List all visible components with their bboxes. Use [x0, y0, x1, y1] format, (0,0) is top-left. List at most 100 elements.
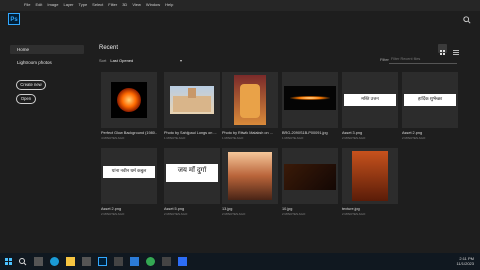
menu-item-type[interactable]: Type: [79, 2, 88, 7]
file-time: 2 MINUTES AGO: [342, 212, 366, 216]
app-icon-3[interactable]: [162, 257, 171, 266]
chrome-icon[interactable]: [146, 257, 155, 266]
recent-file-card[interactable]: 13.jpg 2 MINUTES AGO: [222, 148, 278, 216]
recent-file-card[interactable]: यांना नवीन धर्म कबुल Asset 2.png 2 MINUTES…: [101, 148, 157, 216]
photoshop-taskbar-icon[interactable]: [98, 257, 107, 266]
file-time: 1 MINUTE AGO: [222, 136, 244, 140]
recent-file-card[interactable]: Photo by Ritwik Malaksh on ... 1 MINUTE A…: [222, 72, 278, 140]
store-icon[interactable]: [82, 257, 91, 266]
menu-items: File Edit Image Layer Type Select Filter 3D View…: [24, 2, 173, 7]
file-thumbnail[interactable]: जय माँ दुर्गा: [164, 148, 220, 204]
light-streak: [290, 96, 330, 100]
file-time: 1 MINUTE AGO: [282, 136, 304, 140]
menu-item-3d[interactable]: 3D: [122, 2, 127, 7]
file-time: 2 MINUTES AGO: [101, 212, 125, 216]
app-icon-2[interactable]: [130, 257, 139, 266]
file-thumbnail[interactable]: [222, 148, 278, 204]
open-button[interactable]: Open: [16, 94, 36, 104]
temple-body: [173, 96, 211, 112]
app-icon-4[interactable]: [178, 257, 187, 266]
file-name: 10.jpg: [282, 207, 293, 211]
photoshop-logo: Ps: [8, 13, 20, 25]
sidebar-item-lightroom[interactable]: Lightroom photos: [17, 60, 52, 65]
text-asset: यांना नवीन धर्म कबुल: [111, 168, 147, 173]
taskbar-search-icon[interactable]: [18, 257, 27, 266]
file-name: Photo by Ritwik Malaksh on ...: [222, 131, 273, 135]
file-thumbnail[interactable]: [164, 72, 220, 128]
create-new-button[interactable]: Create new: [16, 80, 46, 90]
file-name: texture.jpg: [342, 207, 360, 211]
recent-panel: Recent Sort Last Opened ▾ Filter Filter R…: [88, 30, 480, 253]
file-thumbnail[interactable]: मस्ति उत्तन: [342, 72, 398, 128]
menu-item-select[interactable]: Select: [92, 2, 103, 7]
text-asset: हार्दिक शुभेच्छा: [417, 96, 442, 101]
file-name: Perfect Glow Background (1980...: [101, 131, 157, 135]
idol-figure: [240, 84, 260, 118]
chevron-down-icon[interactable]: ▾: [180, 58, 182, 63]
filter-label: Filter: [380, 57, 389, 62]
file-thumbnail[interactable]: [282, 148, 338, 204]
search-icon[interactable]: [463, 16, 471, 24]
system-clock[interactable]: 2:11 PM 11/1/2023: [457, 256, 475, 266]
menu-item-image[interactable]: Image: [47, 2, 58, 7]
file-thumbnail[interactable]: यांना नवीन धर्म कबुल: [101, 148, 157, 204]
recent-file-card[interactable]: जय माँ दुर्गा Asset 5.png 2 MINUTES AGO: [164, 148, 220, 216]
list-view-icon[interactable]: [451, 44, 460, 55]
taskbar: 2:11 PM 11/1/2023: [0, 253, 480, 270]
file-thumbnail[interactable]: [222, 72, 278, 128]
task-view-icon[interactable]: [34, 257, 43, 266]
menu-item-filter[interactable]: Filter: [108, 2, 117, 7]
recent-file-card[interactable]: 10.jpg 2 MINUTES AGO: [282, 148, 338, 216]
file-explorer-icon[interactable]: [66, 257, 75, 266]
sunset-photo: [228, 152, 272, 200]
recent-file-card[interactable]: BRG-2090S1B-P00091.jpg 1 MINUTE AGO: [282, 72, 338, 140]
sort-control[interactable]: Sort Last Opened: [99, 58, 133, 63]
glow-orb: [117, 88, 141, 112]
file-time: 4 MINUTES AGO: [101, 136, 125, 140]
grid-view-icon[interactable]: [438, 44, 447, 55]
page-title: Recent: [99, 45, 119, 51]
windows-start-icon[interactable]: [4, 257, 13, 266]
menu-item-window[interactable]: Window: [146, 2, 160, 7]
file-thumbnail[interactable]: [282, 72, 338, 128]
file-name: Asset 3.png: [342, 131, 363, 135]
menu-bar: File Edit Image Layer Type Select Filter 3D View…: [0, 0, 480, 11]
menu-item-layer[interactable]: Layer: [63, 2, 73, 7]
file-name: Asset 5.png: [164, 207, 185, 211]
recent-file-card[interactable]: Photo by Sahijpaul Longs on ... 1 MINUTE …: [164, 72, 220, 140]
menu-item-file[interactable]: File: [24, 2, 30, 7]
file-thumbnail[interactable]: हार्दिक शुभेच्छा: [402, 72, 458, 128]
file-time: 2 MINUTES AGO: [222, 212, 246, 216]
file-name: Asset 2.png: [101, 207, 122, 211]
edge-icon[interactable]: [50, 257, 59, 266]
file-thumbnail[interactable]: [101, 72, 157, 128]
recent-file-card[interactable]: Perfect Glow Background (1980... 4 MINUTE…: [101, 72, 157, 140]
menu-item-edit[interactable]: Edit: [35, 2, 42, 7]
recent-file-card[interactable]: हार्दिक शुभेच्छा Asset 2.png 2 MINUTES AGO: [402, 72, 458, 140]
file-name: Asset 2.png: [402, 131, 423, 135]
sort-value[interactable]: Last Opened: [110, 58, 133, 63]
file-time: 1 MINUTE AGO: [164, 136, 186, 140]
sidebar: Home Lightroom photos Create new Open: [0, 30, 88, 253]
app-icon-1[interactable]: [114, 257, 123, 266]
text-asset: मस्ति उत्तन: [361, 96, 379, 101]
file-time: 2 MINUTES AGO: [164, 212, 188, 216]
menu-item-help[interactable]: Help: [165, 2, 173, 7]
text-asset: जय माँ दुर्गा: [177, 167, 207, 174]
file-time: 2 MINUTES AGO: [282, 212, 306, 216]
file-name: BRG-2090S1B-P00091.jpg: [282, 131, 328, 135]
dark-photo: [284, 164, 336, 190]
file-name: 13.jpg: [222, 207, 233, 211]
fire-texture: [352, 151, 388, 201]
recent-file-card[interactable]: मस्ति उत्तन Asset 3.png 2 MINUTES AGO: [342, 72, 398, 140]
file-time: 2 MINUTES AGO: [402, 136, 426, 140]
clock-date: 11/1/2023: [456, 261, 475, 266]
menu-item-view[interactable]: View: [132, 2, 141, 7]
temple-spire: [188, 88, 196, 98]
sidebar-item-home[interactable]: Home: [17, 47, 29, 52]
file-name: Photo by Sahijpaul Longs on ...: [164, 131, 217, 135]
file-time: 2 MINUTES AGO: [342, 136, 366, 140]
file-thumbnail[interactable]: [342, 148, 398, 204]
recent-file-card[interactable]: texture.jpg 2 MINUTES AGO: [342, 148, 398, 216]
sort-label: Sort: [99, 58, 107, 63]
